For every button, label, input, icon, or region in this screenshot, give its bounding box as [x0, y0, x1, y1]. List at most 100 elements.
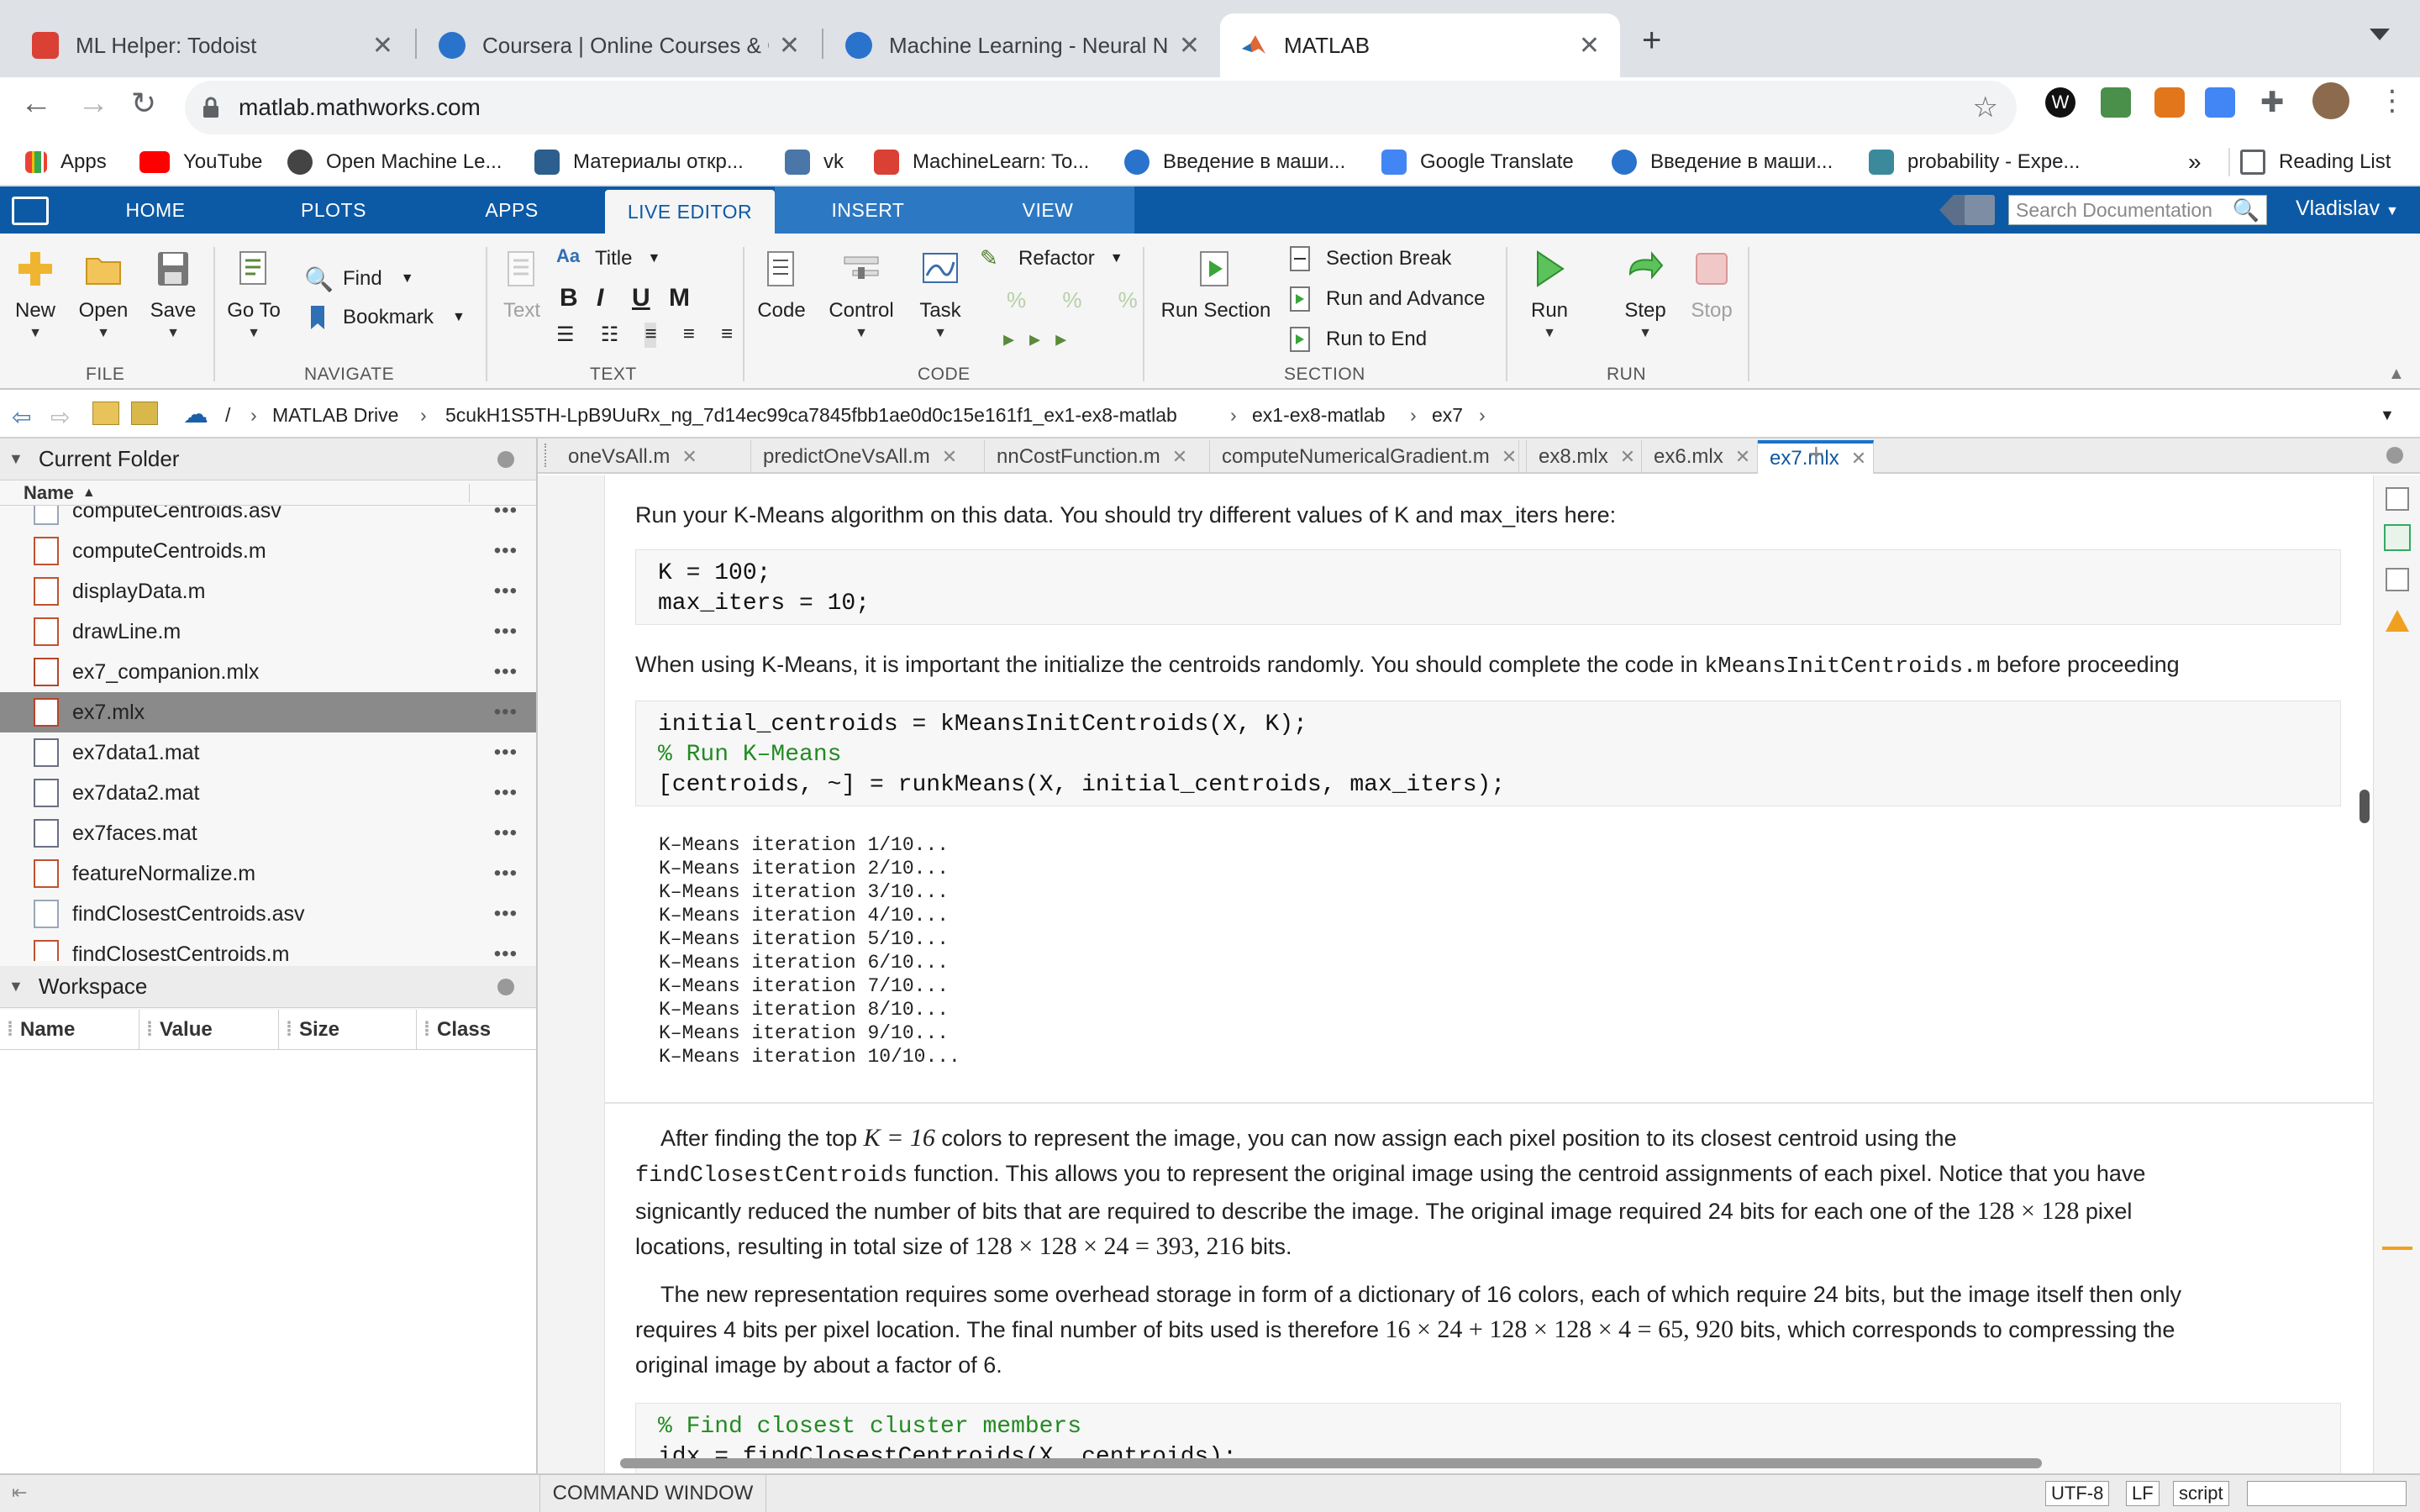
- bookmark-machinelearn[interactable]: MachineLearn: To...: [874, 138, 1089, 186]
- file-actions-icon[interactable]: •••: [494, 741, 518, 764]
- file-actions-icon[interactable]: •••: [494, 620, 518, 643]
- back-icon[interactable]: ←: [20, 86, 52, 122]
- close-icon[interactable]: ✕: [681, 446, 697, 468]
- breadcrumb-current[interactable]: ex7: [1432, 391, 1463, 438]
- close-icon[interactable]: ✕: [1502, 446, 1517, 468]
- tab-insert[interactable]: INSERT: [775, 186, 961, 234]
- bookmark-vk[interactable]: vk: [785, 138, 844, 186]
- file-item[interactable]: ex7faces.mat •••: [0, 813, 536, 853]
- workspace-column-size[interactable]: ⁞ Size: [279, 1010, 417, 1050]
- new-tab-button[interactable]: +: [1642, 22, 1661, 60]
- file-actions-icon[interactable]: •••: [494, 506, 518, 522]
- file-item[interactable]: ex7data1.mat •••: [0, 732, 536, 773]
- collapse-ribbon-icon[interactable]: ▲: [2388, 365, 2405, 384]
- tab-apps[interactable]: APPS: [440, 186, 583, 234]
- editor-tab[interactable]: ex8.mlx ✕: [1526, 440, 1642, 474]
- forward-icon[interactable]: →: [77, 86, 109, 122]
- close-icon[interactable]: ✕: [942, 446, 957, 468]
- output-right-icon[interactable]: [2384, 524, 2411, 551]
- workspace-header[interactable]: ▼ Workspace: [0, 966, 536, 1008]
- dock-icon[interactable]: ⇤: [12, 1482, 27, 1504]
- numbered-list-icon[interactable]: ☷: [601, 323, 619, 348]
- search-documentation-input[interactable]: Search Documentation 🔍: [2008, 195, 2267, 225]
- warning-marker[interactable]: [2382, 1247, 2412, 1250]
- breadcrumb-folder[interactable]: 5cukH1S5TH-LpB9UuRx_ng_7d14ec99ca7845fbb…: [445, 391, 1177, 438]
- editor-tab[interactable]: oneVsAll.m ✕: [556, 440, 751, 474]
- breadcrumb-root[interactable]: /: [225, 391, 230, 438]
- open-button[interactable]: Open ▼: [74, 249, 133, 341]
- comment-tools-icons[interactable]: % % %: [1007, 287, 1153, 313]
- profile-avatar[interactable]: [2312, 82, 2349, 119]
- breadcrumb-matlab-drive[interactable]: MATLAB Drive: [272, 391, 398, 438]
- back-arrow-icon[interactable]: ⇦: [12, 403, 31, 431]
- file-actions-icon[interactable]: •••: [494, 862, 518, 885]
- forward-arrow-icon[interactable]: ⇨: [50, 403, 70, 431]
- current-folder-header[interactable]: ▼ Current Folder: [0, 438, 536, 480]
- bookmark-intro-ml-2[interactable]: Введение в маши...: [1612, 138, 1833, 186]
- bold-button[interactable]: B: [560, 284, 578, 312]
- new-editor-tab-button[interactable]: +: [1808, 438, 1824, 470]
- bookmark-apps[interactable]: Apps: [25, 138, 107, 186]
- bookmark-open-ml[interactable]: Open Machine Le...: [287, 138, 502, 186]
- collapse-icon[interactable]: ▼: [8, 978, 24, 995]
- close-icon[interactable]: ✕: [1851, 448, 1866, 470]
- control-button[interactable]: Control ▼: [822, 249, 901, 341]
- panel-actions-icon[interactable]: [497, 450, 514, 468]
- align-center-icon[interactable]: ≡: [683, 323, 695, 348]
- run-section-button[interactable]: Run Section: [1155, 249, 1277, 323]
- output-inline-icon[interactable]: [2386, 487, 2409, 511]
- extension-js-icon[interactable]: [2101, 87, 2131, 118]
- text-button[interactable]: Text: [496, 249, 548, 323]
- drag-handle[interactable]: [544, 444, 551, 467]
- step-button[interactable]: Step ▼: [1617, 249, 1674, 341]
- vertical-scrollbar-thumb[interactable]: [2360, 790, 2370, 823]
- matlab-desktop-icon[interactable]: [12, 197, 49, 225]
- workspace-column-value[interactable]: ⁞ Value: [139, 1010, 279, 1050]
- run-and-advance-button[interactable]: Run and Advance: [1287, 286, 1485, 312]
- close-icon[interactable]: ✕: [1172, 446, 1187, 468]
- metamask-icon[interactable]: [2154, 87, 2185, 118]
- tab-view[interactable]: VIEW: [961, 186, 1134, 234]
- close-icon[interactable]: ✕: [779, 31, 800, 60]
- extension-w-icon[interactable]: W: [2045, 87, 2075, 118]
- stop-button[interactable]: Stop: [1686, 249, 1738, 323]
- italic-button[interactable]: I: [597, 284, 603, 312]
- reload-icon[interactable]: ↻: [131, 86, 156, 121]
- file-actions-icon[interactable]: •••: [494, 660, 518, 684]
- editor-tab[interactable]: nnCostFunction.m ✕: [985, 440, 1210, 474]
- file-item[interactable]: ex7data2.mat •••: [0, 773, 536, 813]
- section-break-button[interactable]: Section Break: [1287, 245, 1451, 272]
- file-actions-icon[interactable]: •••: [494, 942, 518, 961]
- file-item[interactable]: displayData.m •••: [0, 571, 536, 612]
- bookmark-google-translate[interactable]: Google Translate: [1381, 138, 1574, 186]
- code-block-params[interactable]: K = 100; max_iters = 10;: [635, 549, 2341, 625]
- file-item[interactable]: findClosestCentroids.m •••: [0, 934, 536, 961]
- indent-tools-icons[interactable]: ▸▸▸: [1003, 326, 1081, 352]
- file-item[interactable]: findClosestCentroids.asv •••: [0, 894, 536, 934]
- file-actions-icon[interactable]: •••: [494, 902, 518, 926]
- command-window-tab[interactable]: COMMAND WINDOW: [539, 1475, 766, 1512]
- close-icon[interactable]: ✕: [1579, 31, 1600, 60]
- tab-plots[interactable]: PLOTS: [262, 186, 405, 234]
- file-item[interactable]: computeCentroids.m •••: [0, 531, 536, 571]
- editor-tab[interactable]: computeNumericalGradient.m ✕: [1210, 440, 1519, 474]
- warning-icon[interactable]: [2386, 610, 2409, 632]
- close-icon[interactable]: ✕: [372, 31, 393, 60]
- run-button[interactable]: Run ▼: [1523, 249, 1576, 341]
- find-button[interactable]: 🔍 Find ▼: [304, 265, 414, 292]
- close-icon[interactable]: ✕: [1620, 446, 1635, 468]
- file-actions-icon[interactable]: •••: [494, 539, 518, 563]
- file-item[interactable]: featureNormalize.m •••: [0, 853, 536, 894]
- tab-search-icon[interactable]: [2370, 29, 2390, 40]
- line-ending-indicator[interactable]: LF: [2126, 1481, 2160, 1506]
- address-bar[interactable]: matlab.mathworks.com ☆: [185, 81, 2017, 134]
- breadcrumb-subfolder[interactable]: ex1-ex8-matlab: [1252, 391, 1386, 438]
- text-style-dropdown[interactable]: Aa Title ▼: [556, 245, 660, 272]
- browser-tab-active[interactable]: MATLAB ✕: [1220, 13, 1620, 77]
- align-left-icon[interactable]: ≡: [644, 323, 657, 348]
- workspace-column-name[interactable]: ⁞ Name: [0, 1010, 139, 1050]
- file-actions-icon[interactable]: •••: [494, 781, 518, 805]
- bookmark-youtube[interactable]: YouTube: [139, 138, 262, 186]
- workspace-column-class[interactable]: ⁞ Class: [417, 1010, 536, 1050]
- cloud-drive-icon[interactable]: ☁: [183, 400, 208, 429]
